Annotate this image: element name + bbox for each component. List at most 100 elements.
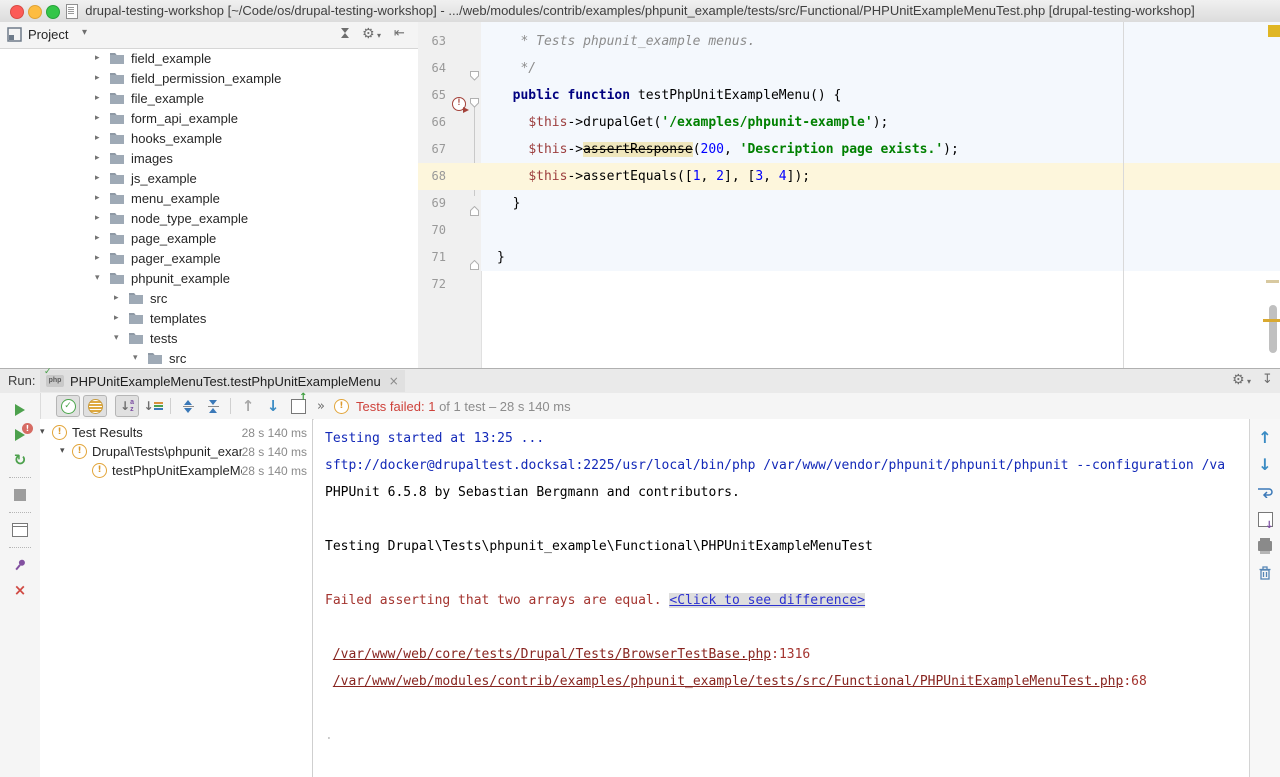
collapsed-arrow-icon[interactable]: ▸ <box>95 174 109 183</box>
code-line[interactable]: 67 $this->assertResponse(200, 'Descripti… <box>418 136 1280 163</box>
fold-marker-icon[interactable] <box>470 71 479 81</box>
expanded-arrow-icon[interactable]: ▾ <box>114 334 128 343</box>
print-button[interactable] <box>1256 538 1274 554</box>
expanded-arrow-icon[interactable]: ▾ <box>133 354 147 363</box>
editor-scrollbar-thumb[interactable] <box>1269 305 1277 353</box>
project-tree-item[interactable]: ▸node_type_example <box>0 208 418 228</box>
restore-layout-button[interactable] <box>11 522 29 538</box>
project-tree-item[interactable]: ▸menu_example <box>0 188 418 208</box>
rerun-failed-tests-button[interactable]: ! <box>11 427 29 443</box>
project-tree-item[interactable]: ▸file_example <box>0 88 418 108</box>
code-line[interactable]: 68 $this->assertEquals([1, 2], [3, 4]); <box>418 163 1280 190</box>
fold-marker-icon[interactable] <box>470 206 479 216</box>
gear-caret-icon[interactable]: ▾ <box>1247 378 1251 386</box>
expanded-arrow-icon[interactable]: ▾ <box>95 274 109 283</box>
code-editor[interactable]: 63 * Tests phpunit_example menus.64 */65… <box>418 22 1280 368</box>
gear-icon[interactable]: ⚙ <box>1232 373 1245 387</box>
project-tree-item[interactable]: ▸page_example <box>0 228 418 248</box>
fold-marker-icon[interactable] <box>470 260 479 270</box>
project-tree-item[interactable]: ▾tests <box>0 328 418 348</box>
open-results-button[interactable]: ↓ <box>1256 511 1274 527</box>
code-line[interactable]: 64 */ <box>418 55 1280 82</box>
run-tab-label[interactable]: PHPUnitExampleMenuTest.testPhpUnitExampl… <box>70 374 381 389</box>
gear-icon[interactable]: ⚙ <box>362 27 375 41</box>
code-line[interactable]: 71} <box>418 244 1280 271</box>
fold-marker-icon[interactable] <box>470 98 479 108</box>
pin-tab-button[interactable] <box>11 557 29 573</box>
fold-marker[interactable] <box>470 91 479 118</box>
code-line[interactable]: 63 * Tests phpunit_example menus. <box>418 28 1280 55</box>
fold-marker[interactable] <box>470 199 479 226</box>
sort-alphabetically-button[interactable]: ↓az <box>115 395 139 417</box>
file-path-link[interactable]: /var/www/web/modules/contrib/examples/ph… <box>333 674 1124 689</box>
test-history-button[interactable]: ↑ <box>287 396 309 416</box>
collapsed-arrow-icon[interactable]: ▸ <box>95 214 109 223</box>
test-name[interactable]: Test Results <box>72 425 242 440</box>
project-tree-item[interactable]: ▸pager_example <box>0 248 418 268</box>
expanded-arrow-icon[interactable]: ▾ <box>60 447 72 456</box>
close-tab-icon[interactable]: × <box>389 375 399 387</box>
down-stacktrace-button[interactable]: ↓ <box>1256 457 1274 473</box>
project-tree-item[interactable]: ▸js_example <box>0 168 418 188</box>
chevron-more-icon[interactable]: » <box>317 400 324 413</box>
project-tree-item[interactable]: ▸form_api_example <box>0 108 418 128</box>
collapsed-arrow-icon[interactable]: ▸ <box>95 194 109 203</box>
collapsed-arrow-icon[interactable]: ▸ <box>95 134 109 143</box>
collapse-all-icon[interactable] <box>338 28 352 42</box>
collapsed-arrow-icon[interactable]: ▸ <box>95 94 109 103</box>
up-stacktrace-button[interactable]: ↑ <box>1256 430 1274 446</box>
expanded-arrow-icon[interactable]: ▾ <box>40 428 52 437</box>
project-caret-icon[interactable]: ▾ <box>82 28 87 38</box>
test-tree-item[interactable]: ▾!Drupal\Tests\phpunit_example\Functiona… <box>40 442 312 461</box>
test-console[interactable]: Testing started at 13:25 ...sftp://docke… <box>314 419 1250 777</box>
code-line[interactable]: 70 <box>418 217 1280 244</box>
rerun-button[interactable] <box>11 402 29 418</box>
soft-wrap-button[interactable] <box>1256 484 1274 500</box>
fold-marker[interactable] <box>470 253 479 280</box>
show-passed-button[interactable]: ✓ <box>56 395 80 417</box>
stop-button[interactable] <box>11 487 29 503</box>
test-name[interactable]: testPhpUnitExampleMenu <box>112 463 242 478</box>
code-line[interactable]: 65! public function testPhpUnitExampleMe… <box>418 82 1280 109</box>
project-tree-item[interactable]: ▸images <box>0 148 418 168</box>
close-panel-button[interactable]: × <box>11 582 29 598</box>
fold-marker[interactable] <box>470 64 479 91</box>
hide-panel-icon[interactable]: ⇤ <box>394 27 405 40</box>
expand-all-button[interactable] <box>177 396 199 416</box>
collapse-all-button[interactable] <box>202 396 224 416</box>
inspection-status-icon[interactable] <box>1268 25 1280 37</box>
project-tree-item[interactable]: ▸field_example <box>0 48 418 68</box>
collapsed-arrow-icon[interactable]: ▸ <box>95 74 109 83</box>
test-tree-item[interactable]: !testPhpUnitExampleMenu28 s 140 ms <box>40 461 312 480</box>
test-name[interactable]: Drupal\Tests\phpunit_example\Functional\… <box>92 444 242 459</box>
collapsed-arrow-icon[interactable]: ▸ <box>114 314 128 323</box>
code-line[interactable]: 66 $this->drupalGet('/examples/phpunit-e… <box>418 109 1280 136</box>
test-tree-item[interactable]: ▾!Test Results28 s 140 ms <box>40 423 312 442</box>
gear-caret-icon[interactable]: ▾ <box>377 32 381 40</box>
file-path-link[interactable]: /var/www/web/core/tests/Drupal/Tests/Bro… <box>333 647 771 662</box>
code-line[interactable]: 69 } <box>418 190 1280 217</box>
project-tree-item[interactable]: ▸templates <box>0 308 418 328</box>
code-line[interactable]: 72 <box>418 271 1280 298</box>
collapsed-arrow-icon[interactable]: ▸ <box>114 294 128 303</box>
project-tree-item[interactable]: ▸hooks_example <box>0 128 418 148</box>
previous-failed-test-button[interactable]: ↑ <box>237 396 259 416</box>
collapsed-arrow-icon[interactable]: ▸ <box>95 234 109 243</box>
project-panel-title[interactable]: Project <box>28 27 68 42</box>
project-tree-item[interactable]: ▾phpunit_example <box>0 268 418 288</box>
show-ignored-button[interactable] <box>83 395 107 417</box>
collapsed-arrow-icon[interactable]: ▸ <box>95 114 109 123</box>
see-difference-link[interactable]: <Click to see difference> <box>669 593 865 608</box>
collapsed-arrow-icon[interactable]: ▸ <box>95 254 109 263</box>
sort-by-duration-button[interactable]: ↓ <box>142 396 164 416</box>
clear-console-button[interactable] <box>1256 565 1274 581</box>
toggle-auto-test-button[interactable]: ↻ <box>11 452 29 468</box>
collapsed-arrow-icon[interactable]: ▸ <box>95 154 109 163</box>
run-tab[interactable]: ✓php PHPUnitExampleMenuTest.testPhpUnitE… <box>40 370 405 392</box>
next-failed-test-button[interactable]: ↓ <box>262 396 284 416</box>
collapsed-arrow-icon[interactable]: ▸ <box>95 54 109 63</box>
project-tree-item[interactable]: ▾src <box>0 348 418 368</box>
project-tree-item[interactable]: ▸field_permission_example <box>0 68 418 88</box>
hide-panel-icon[interactable]: ↧ <box>1262 373 1273 386</box>
project-tree-item[interactable]: ▸src <box>0 288 418 308</box>
